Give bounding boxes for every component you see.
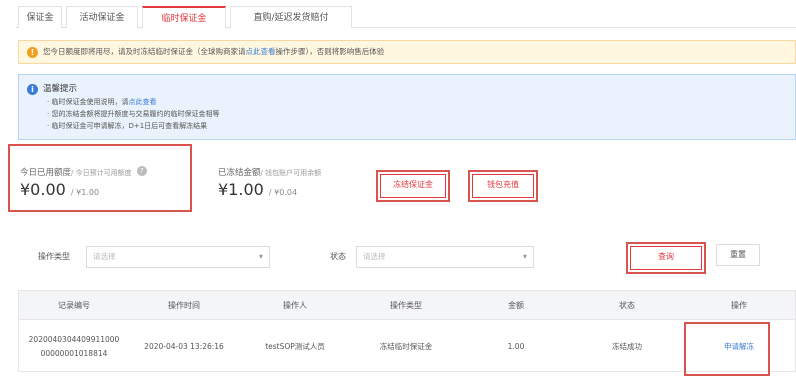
tips-line-1-text: · 临时保证金使用说明，请 xyxy=(47,98,129,106)
frozen-amount: ¥1.00 xyxy=(218,180,264,199)
status-select[interactable]: 请选择 ▾ xyxy=(356,246,534,268)
warning-icon: ! xyxy=(27,46,38,58)
frozen-amount-label-group: 已冻结金额/ 钱包账户可用余额 xyxy=(218,160,321,179)
frozen-amount-label: 已冻结金额 xyxy=(218,168,261,178)
tips-line-2: · 您的冻结金额将提升额度与交易履约的临时保证金相等 xyxy=(47,110,220,118)
operator-cell: testSOP测试人员 xyxy=(265,341,325,351)
column-header-time: 操作时间 xyxy=(168,301,200,310)
tips-line-1: · 临时保证金使用说明，请点此查看 xyxy=(47,97,156,107)
tips-line-3: · 临时保证金可申请解冻，D+1日后可查看解冻结果 xyxy=(47,122,208,130)
tips-title: 温馨提示 xyxy=(43,84,78,94)
recharge-button-frame: 钱包充值 xyxy=(468,170,538,202)
frozen-amount-balance: / ¥0.04 xyxy=(268,188,298,197)
time-cell: 2020-04-03 13:26:16 xyxy=(144,341,224,351)
used-quota-label: 今日已用额度 xyxy=(20,168,72,178)
record-id-line-2: 00000001018814 xyxy=(40,348,108,358)
column-header-status: 状态 xyxy=(619,301,635,310)
used-quota-total: / ¥1.00 xyxy=(70,188,100,197)
column-header-amount: 金额 xyxy=(508,301,524,310)
status-cell: 冻结成功 xyxy=(612,341,642,351)
column-header-action: 操作 xyxy=(731,301,747,310)
warning-text-after: 操作步骤），否则将影响售后体验 xyxy=(275,47,385,56)
frozen-amount-sublabel: / 钱包账户可用余额 xyxy=(260,169,322,177)
record-id-cell: 2020040304409911000 00000001018814 xyxy=(19,320,129,372)
table-header: 记录编号 操作时间 操作人 操作类型 金额 状态 操作 xyxy=(18,290,796,320)
column-header-record-id: 记录编号 xyxy=(58,301,90,310)
used-quota-amount-group: ¥0.00 / ¥1.00 xyxy=(20,180,99,199)
operation-type-label: 操作类型 xyxy=(38,252,70,261)
warning-banner: ! 您今日额度即将用尽，请及时冻结临时保证金（全球购商家请点此查看操作步骤），否则… xyxy=(18,40,796,64)
used-quota-label-group: 今日已用额度/ 今日预计可用额度 ? xyxy=(20,160,147,179)
table-row: 2020040304409911000 00000001018814 2020-… xyxy=(18,320,796,372)
status-label: 状态 xyxy=(330,252,346,261)
tab-activity-deposit[interactable]: 活动保证金 xyxy=(66,6,138,28)
chevron-down-icon: ▾ xyxy=(522,252,527,261)
freeze-deposit-button[interactable]: 冻结保证金 xyxy=(380,174,446,198)
amount-cell: 1.00 xyxy=(507,341,525,351)
frozen-amount-group: ¥1.00 / ¥0.04 xyxy=(218,180,297,199)
chevron-down-icon: ▾ xyxy=(258,252,263,261)
operation-type-select[interactable]: 请选择 ▾ xyxy=(86,246,270,268)
operation-type-placeholder: 请选择 xyxy=(93,252,116,261)
tips-link[interactable]: 点此查看 xyxy=(128,98,156,106)
column-header-operator: 操作人 xyxy=(283,301,307,310)
column-header-type: 操作类型 xyxy=(390,301,422,310)
record-id-line-1: 2020040304409911000 xyxy=(28,334,120,344)
wallet-recharge-button[interactable]: 钱包充值 xyxy=(472,174,534,198)
status-placeholder: 请选择 xyxy=(363,252,386,261)
used-quota-sublabel: / 今日预计可用额度 xyxy=(71,169,132,177)
freeze-button-frame: 冻结保证金 xyxy=(376,170,450,202)
query-button[interactable]: 查询 xyxy=(630,246,702,270)
query-button-frame: 查询 xyxy=(626,242,706,274)
warning-link[interactable]: 点此查看 xyxy=(246,47,276,56)
tab-direct-purchase-compensation[interactable]: 直购/延迟发货赔付 xyxy=(230,6,352,28)
tips-panel: i 温馨提示 · 临时保证金使用说明，请点此查看 · 您的冻结金额将提升额度与交… xyxy=(18,74,796,140)
info-icon: i xyxy=(27,84,38,95)
used-quota-amount: ¥0.00 xyxy=(20,180,66,199)
action-highlight xyxy=(684,322,770,376)
reset-button[interactable]: 重置 xyxy=(716,244,760,266)
tab-deposit[interactable]: 保证金 xyxy=(18,6,62,28)
tab-temporary-deposit[interactable]: 临时保证金 xyxy=(142,6,226,28)
warning-text-before: 您今日额度即将用尽，请及时冻结临时保证金（全球购商家请 xyxy=(43,47,246,56)
type-cell: 冻结临时保证金 xyxy=(379,341,433,351)
help-icon[interactable]: ? xyxy=(136,165,147,176)
